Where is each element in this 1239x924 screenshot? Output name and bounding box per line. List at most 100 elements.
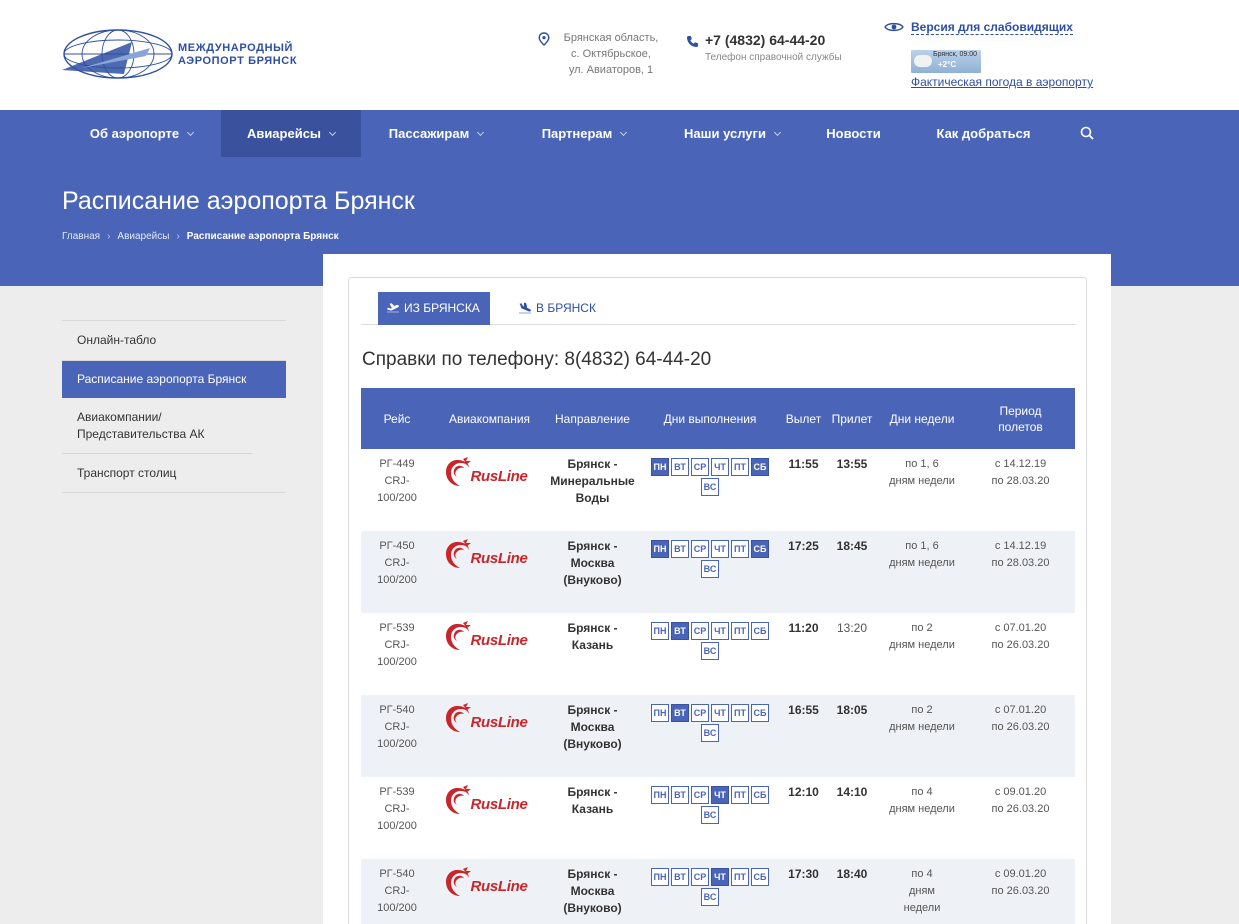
period-line: с 09.01.20: [994, 786, 1047, 798]
day-badge: ВС: [701, 888, 719, 906]
breadcrumb-flights[interactable]: Авиарейсы: [117, 231, 169, 242]
period-line: по 28.03.20: [991, 475, 1050, 487]
day-badge: СР: [691, 540, 709, 558]
period-line: по 26.03.20: [991, 885, 1050, 897]
day-badge: ВС: [701, 478, 719, 496]
col-flight: Рейс: [361, 388, 433, 449]
flight-line: 100/200: [377, 574, 417, 586]
phone-heading: Справки по телефону: 8(4832) 64-44-20: [362, 349, 712, 370]
sidebar-item-schedule[interactable]: Расписание аэропорта Брянск: [62, 361, 286, 398]
nav-item-directions[interactable]: Как добраться: [900, 110, 1067, 157]
direction-line: Москва: [570, 884, 615, 898]
airline-name: RusLine: [470, 468, 528, 485]
day-badge: ВТ: [671, 540, 689, 558]
day-badge: СБ: [751, 458, 769, 476]
cell-direction: Брянск - Минеральные Воды: [546, 449, 639, 531]
weekdays-line: по 2: [911, 704, 933, 716]
day-badge: СР: [691, 622, 709, 640]
days-of-week: ПН ВТ СР ЧТ ПТ СБ ВС: [644, 866, 776, 908]
sidebar-item-label: Транспорт столиц: [77, 465, 177, 480]
tab-from-bryansk[interactable]: ИЗ БРЯНСКА: [378, 292, 490, 325]
location-pin-icon: [538, 32, 550, 46]
day-badge: ПН: [651, 540, 669, 558]
cell-flight: РГ-539 CRJ- 100/200: [361, 777, 433, 859]
main-nav: Об аэропорте Авиарейсы Пассажирам Партне…: [0, 110, 1239, 157]
day-badge: ЧТ: [711, 868, 729, 886]
nav-item-passengers[interactable]: Пассажирам: [361, 110, 511, 157]
direction-line: (Внуково): [563, 573, 622, 587]
sidebar-item-capital-transport[interactable]: Транспорт столиц: [62, 454, 286, 493]
sidebar-item-online-board[interactable]: Онлайн-табло: [62, 321, 286, 361]
search-icon[interactable]: [1080, 126, 1094, 140]
cell-airline: RusLine: [433, 531, 546, 613]
direction-line: Брянск -: [567, 457, 618, 471]
chevron-down-icon: [329, 128, 337, 137]
airline-name: RusLine: [470, 550, 528, 567]
flight-line: CRJ-: [384, 639, 410, 651]
day-badge: СБ: [751, 540, 769, 558]
plane-departure-icon: [387, 303, 399, 313]
table-row: РГ-539 CRJ- 100/200 RusLine Брянск - Казань ПН…: [361, 777, 1075, 859]
weather-widget[interactable]: Брянск, 09:00 +2°C: [911, 50, 981, 73]
day-badge: СР: [691, 458, 709, 476]
chevron-down-icon: [477, 128, 485, 137]
phone-number[interactable]: +7 (4832) 64-44-20: [705, 32, 825, 48]
days-of-week: ПН ВТ СР ЧТ ПТ СБ ВС: [644, 620, 776, 662]
sidebar-item-airlines[interactable]: Авиакомпании/ Представительства АК: [62, 398, 252, 454]
low-vision-label: Версия для слабовидящих: [911, 20, 1073, 35]
nav-label: Наши услуги: [684, 126, 766, 141]
site-header: МЕЖДУНАРОДНЫЙ АЭРОПОРТ БРЯНСК Брянская о…: [0, 0, 1239, 110]
weather-place: Брянск, 09:00: [933, 51, 978, 58]
cell-weekdays: по 2 дням недели: [878, 613, 966, 695]
direction-line: Брянск -: [567, 621, 618, 635]
breadcrumb-home[interactable]: Главная: [62, 231, 100, 242]
table-row: РГ-450 CRJ- 100/200 RusLine Брянск - Москва (В…: [361, 531, 1075, 613]
period-line: с 09.01.20: [994, 868, 1047, 880]
cell-days: ПН ВТ СР ЧТ ПТ СБ ВС: [639, 613, 781, 695]
nav-item-services[interactable]: Наши услуги: [657, 110, 807, 157]
day-badge: ВТ: [671, 458, 689, 476]
table-header-row: Рейс Авиакомпания Направление Дни выполн…: [361, 388, 1075, 449]
rusline-logo: RusLine: [443, 620, 537, 656]
days-of-week: ПН ВТ СР ЧТ ПТ СБ ВС: [644, 702, 776, 744]
airline-name: RusLine: [470, 796, 528, 813]
period-line: по 26.03.20: [991, 721, 1050, 733]
rusline-bird-icon: [445, 457, 471, 486]
cell-days: ПН ВТ СР ЧТ ПТ СБ ВС: [639, 859, 781, 924]
nav-item-partners[interactable]: Партнерам: [511, 110, 657, 157]
nav-item-news[interactable]: Новости: [807, 110, 900, 157]
day-badge: ВТ: [671, 868, 689, 886]
nav-item-about[interactable]: Об аэропорте: [62, 110, 221, 157]
nav-item-flights[interactable]: Авиарейсы: [221, 110, 361, 157]
airline-name: RusLine: [470, 878, 528, 895]
cell-flight: РГ-539 CRJ- 100/200: [361, 613, 433, 695]
day-badge: ПН: [651, 458, 669, 476]
period-line: с 14.12.19: [994, 458, 1047, 470]
days-of-week: ПН ВТ СР ЧТ ПТ СБ ВС: [644, 538, 776, 580]
col-direction: Направление: [546, 388, 639, 449]
page-title: Расписание аэропорта Брянск: [62, 187, 415, 215]
tab-to-bryansk[interactable]: В БРЯНСК: [510, 292, 596, 325]
airport-logo[interactable]: МЕЖДУНАРОДНЫЙ АЭРОПОРТ БРЯНСК: [62, 28, 302, 80]
day-badge: СР: [691, 786, 709, 804]
chevron-down-icon: [187, 128, 195, 137]
period-line: по 26.03.20: [991, 639, 1050, 651]
flight-line: CRJ-: [384, 885, 410, 897]
logo-line-1: МЕЖДУНАРОДНЫЙ: [178, 42, 294, 54]
weekdays-line: по 1, 6: [905, 540, 939, 552]
table-row: РГ-540 CRJ- 100/200 RusLine Брянск - Москва (В…: [361, 695, 1075, 777]
rusline-logo: RusLine: [443, 456, 537, 492]
breadcrumb: Главная › Авиарейсы › Расписание аэропорта Б…: [62, 231, 339, 242]
cell-arrival: 13:20: [836, 621, 868, 635]
direction-tabs: ИЗ БРЯНСКА В БРЯНСК: [361, 292, 1076, 325]
rusline-logo: RusLine: [443, 866, 537, 902]
period-line: с 07.01.20: [994, 704, 1047, 716]
cell-period: с 14.12.19 по 28.03.20: [966, 531, 1075, 613]
nav-label: Пассажирам: [388, 126, 470, 141]
weather-link[interactable]: Фактическая погода в аэропорту: [911, 75, 1093, 89]
day-badge: ВТ: [671, 786, 689, 804]
table-row: РГ-449 CRJ- 100/200 RusLine Брянск - Минераль…: [361, 449, 1075, 531]
period-line: с 07.01.20: [994, 622, 1047, 634]
direction-line: Воды: [575, 491, 610, 505]
flight-line: 100/200: [377, 820, 417, 832]
